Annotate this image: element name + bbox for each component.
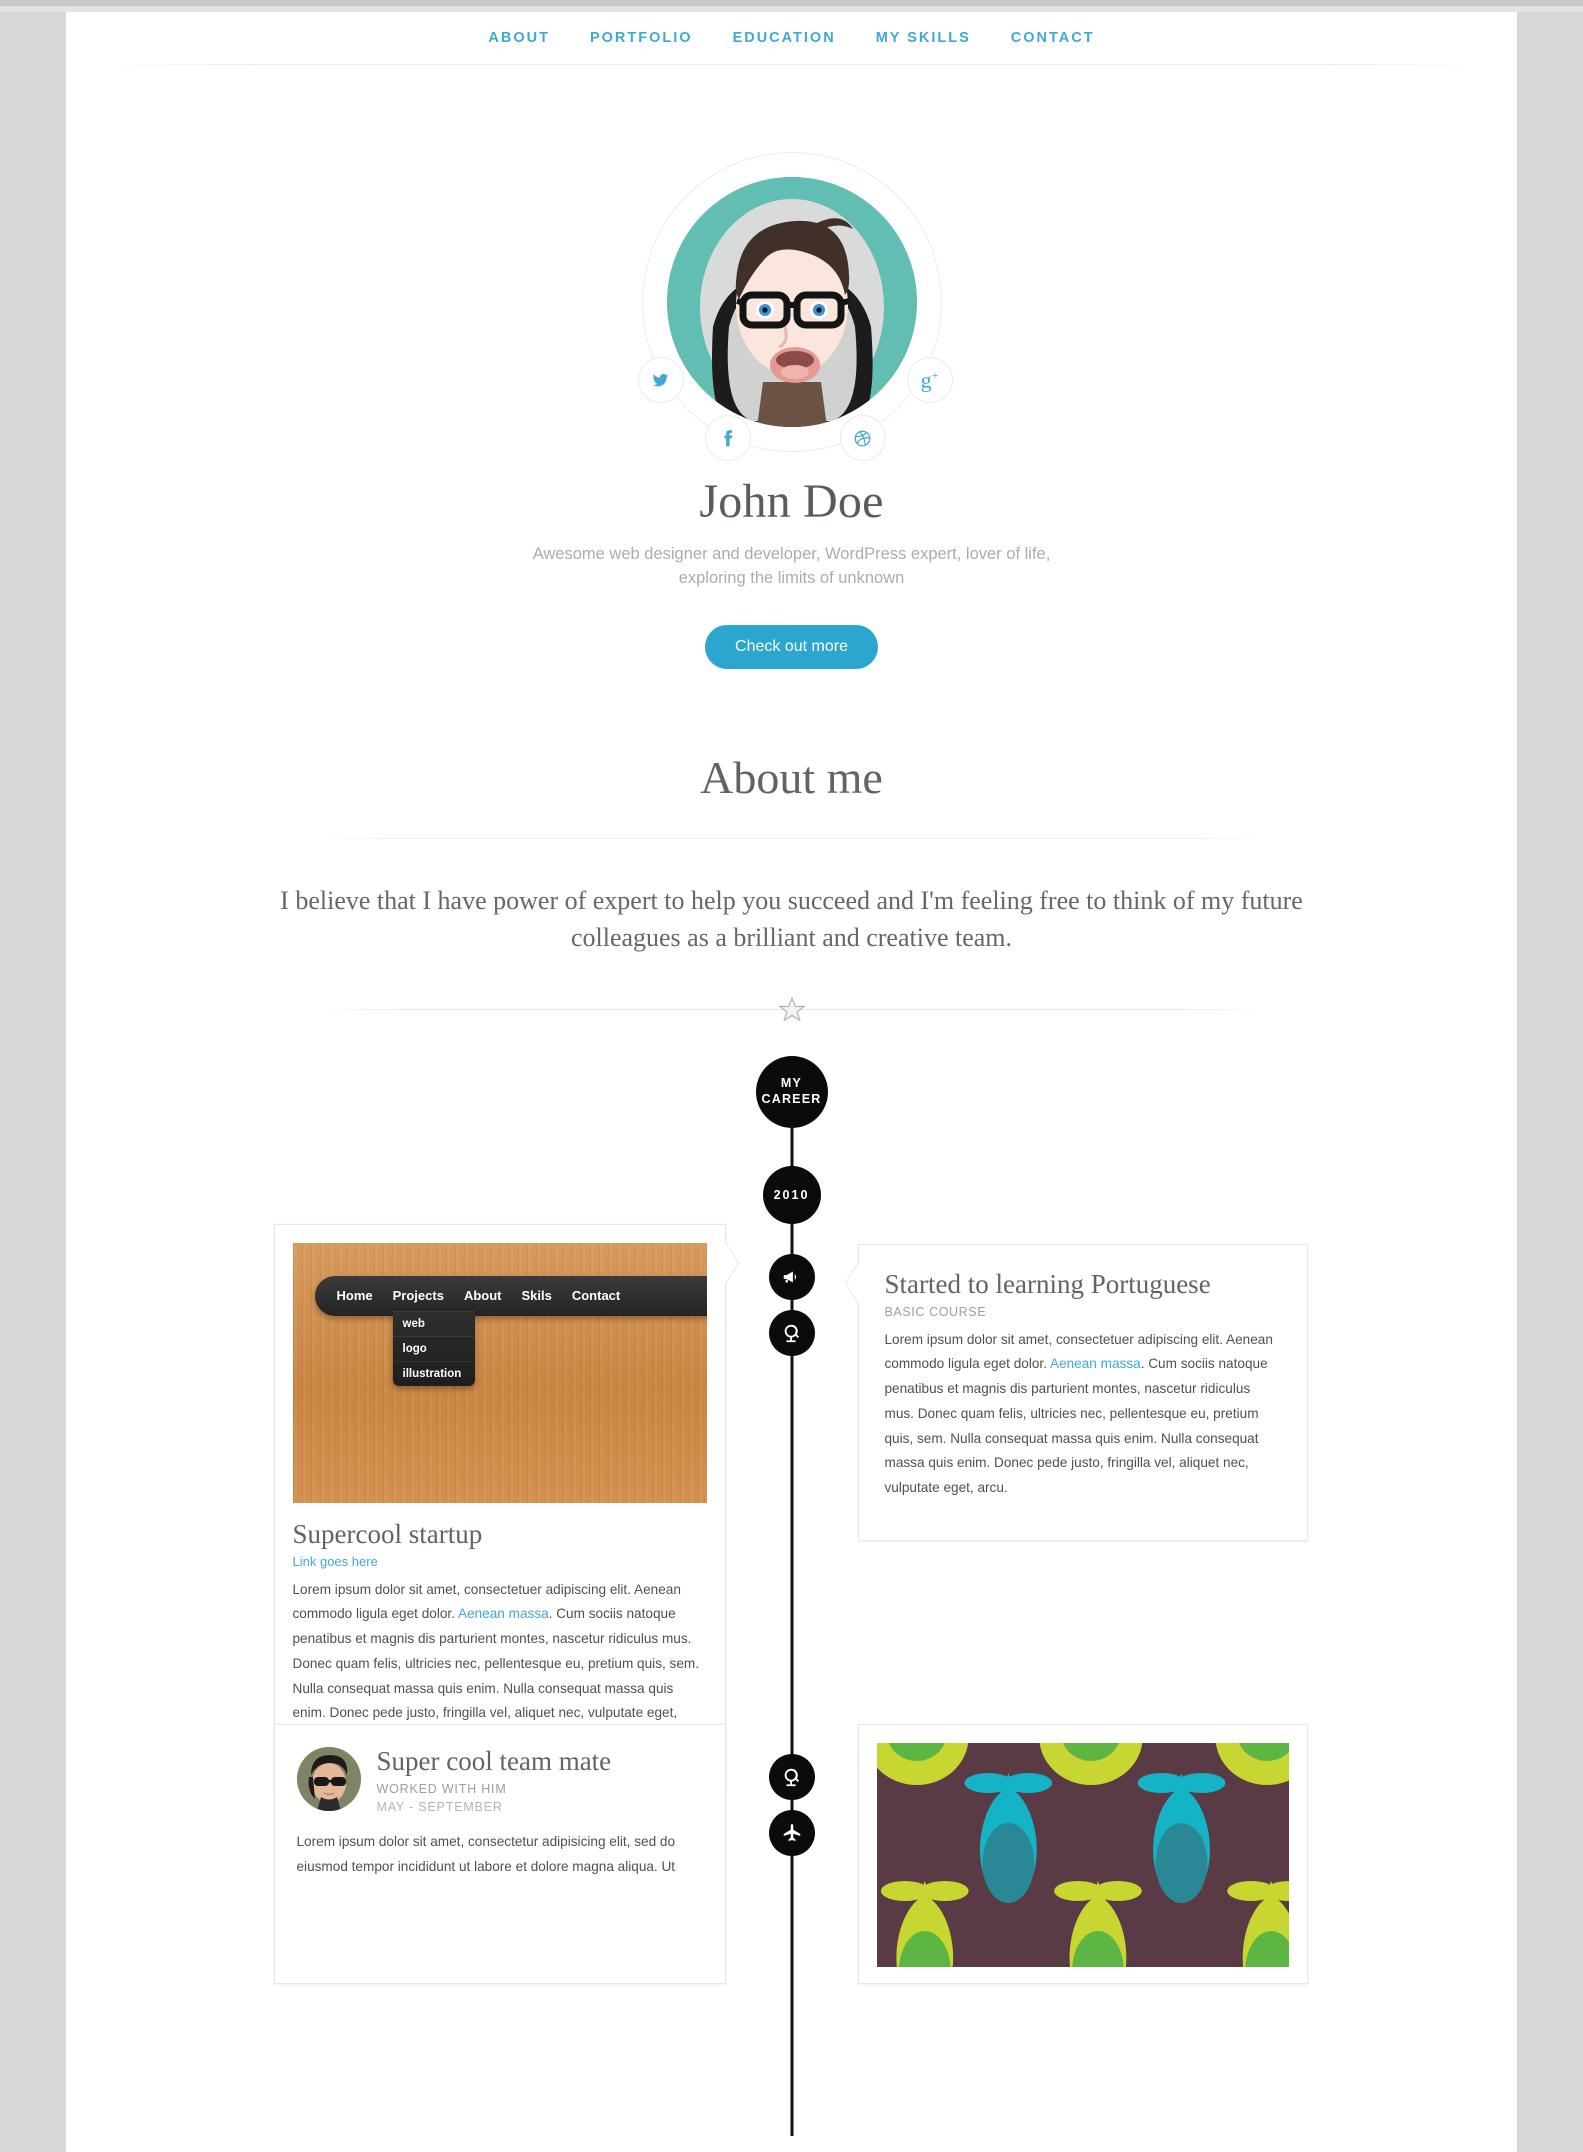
dribbble-icon[interactable] — [839, 415, 886, 461]
about-heading: About me — [700, 751, 883, 803]
avatar — [296, 1746, 361, 1811]
team-mate-meta: Super cool team mate WORKED WITH HIM MAY… — [376, 1745, 612, 1815]
team-mate-header: Super cool team mate WORKED WITH HIM MAY… — [296, 1745, 703, 1815]
card-subtitle: WORKED WITH HIM — [376, 1782, 507, 1797]
about-divider — [315, 837, 1268, 839]
thumb-nav-home: Home — [336, 1288, 373, 1304]
card-title: Started to learning Portuguese — [884, 1268, 1211, 1299]
portfolio-thumbnail[interactable]: Home Projects About Skils Contact web lo… — [292, 1242, 707, 1503]
timeline-card-portuguese: Started to learning Portuguese BASIC COU… — [844, 1243, 1308, 1542]
hero-tagline: Awesome web designer and developer, Word… — [532, 545, 1051, 587]
pattern-thumbnail[interactable] — [876, 1742, 1289, 1967]
nav-item-about[interactable]: ABOUT — [486, 26, 552, 50]
nav-item-education[interactable]: EDUCATION — [731, 26, 838, 50]
career-label-line2: CAREER — [761, 1091, 822, 1106]
card-subtitle: BASIC COURSE — [884, 1304, 987, 1319]
career-label-line1: MY — [780, 1076, 803, 1091]
thumb-nav-projects: Projects — [392, 1288, 444, 1304]
about-lead-text: I believe that I have power of expert to… — [280, 885, 1303, 952]
star-divider — [315, 996, 1268, 1022]
timeline-node-megaphone[interactable] — [768, 1253, 815, 1300]
card-link[interactable]: Link goes here — [293, 1554, 707, 1569]
timeline-node-globe[interactable] — [768, 1309, 815, 1356]
card-pointer — [844, 1262, 871, 1304]
card-title: Supercool startup — [292, 1518, 483, 1549]
megaphone-icon — [783, 1271, 796, 1283]
card-pointer — [712, 1242, 739, 1284]
wood-background: Home Projects About Skils Contact web lo… — [292, 1242, 707, 1503]
timeline-node-year[interactable]: 2010 — [762, 1165, 821, 1224]
nav-item-my-skills[interactable]: MY SKILLS — [874, 26, 973, 50]
card-pointer — [858, 1742, 871, 1784]
check-out-more-button[interactable]: Check out more — [705, 624, 878, 669]
pear-pattern — [876, 1742, 1289, 1967]
timeline-card-team-mate: Super cool team mate WORKED WITH HIM MAY… — [273, 1723, 726, 1984]
timeline-section: MY CAREER 2010 Started to learning Portu… — [66, 1055, 1517, 2136]
timeline-node-plane[interactable] — [768, 1809, 815, 1856]
card-date-range: MAY - SEPTEMBER — [376, 1800, 503, 1815]
googleplus-icon[interactable]: g+ — [906, 357, 953, 403]
aenean-massa-link[interactable]: Aenean massa — [458, 1606, 549, 1621]
card-title: Super cool team mate — [376, 1745, 612, 1776]
hero-section: g+ John Doe Awesome web designer and dev… — [66, 64, 1517, 669]
avatar-group: g+ — [637, 152, 953, 461]
main-navigation: ABOUT PORTFOLIO EDUCATION MY SKILLS CONT… — [66, 12, 1517, 64]
globe-icon — [784, 1324, 799, 1342]
timeline-card-pattern — [857, 1723, 1308, 1984]
thumb-nav-skils: Skils — [521, 1288, 552, 1304]
thumb-nav-contact: Contact — [571, 1288, 621, 1304]
thumb-drop-illustration: illustration — [392, 1360, 475, 1386]
about-section: About me I believe that I have power of … — [66, 751, 1517, 1022]
thumb-nav-about: About — [463, 1288, 502, 1304]
year-label: 2010 — [773, 1187, 810, 1202]
page-content: ABOUT PORTFOLIO EDUCATION MY SKILLS CONT… — [66, 12, 1517, 2152]
card-body: Lorem ipsum dolor sit amet, consectetuer… — [885, 1328, 1281, 1501]
twitter-icon[interactable] — [637, 357, 684, 403]
timeline-card-supercool-startup: Home Projects About Skils Contact web lo… — [273, 1223, 739, 1790]
facebook-icon[interactable] — [704, 415, 751, 461]
timeline-node-globe-2[interactable] — [768, 1753, 815, 1800]
card-pointer — [712, 1742, 725, 1784]
thumbnail-nav: Home Projects About Skils Contact — [314, 1275, 707, 1316]
card-body: Lorem ipsum dolor sit amet, consectetur … — [296, 1834, 676, 1875]
avatar — [666, 177, 917, 427]
card-body-part-b: . Cum sociis natoque penatibus et magnis… — [884, 1356, 1268, 1496]
nav-item-portfolio[interactable]: PORTFOLIO — [588, 26, 695, 50]
page-title: John Doe — [699, 475, 884, 528]
thumb-drop-logo: logo — [392, 1335, 475, 1361]
aenean-massa-link[interactable]: Aenean massa — [1050, 1356, 1141, 1371]
star-icon — [777, 996, 806, 1022]
thumbnail-dropdown: web logo illustration — [392, 1310, 475, 1386]
plane-icon — [783, 1823, 800, 1841]
globe-icon — [784, 1768, 799, 1786]
thumb-drop-web: web — [392, 1310, 475, 1336]
browser-frame: ABOUT PORTFOLIO EDUCATION MY SKILLS CONT… — [0, 0, 1583, 2152]
timeline-node-my-career[interactable]: MY CAREER — [755, 1055, 828, 1128]
nav-item-contact[interactable]: CONTACT — [1009, 26, 1097, 50]
